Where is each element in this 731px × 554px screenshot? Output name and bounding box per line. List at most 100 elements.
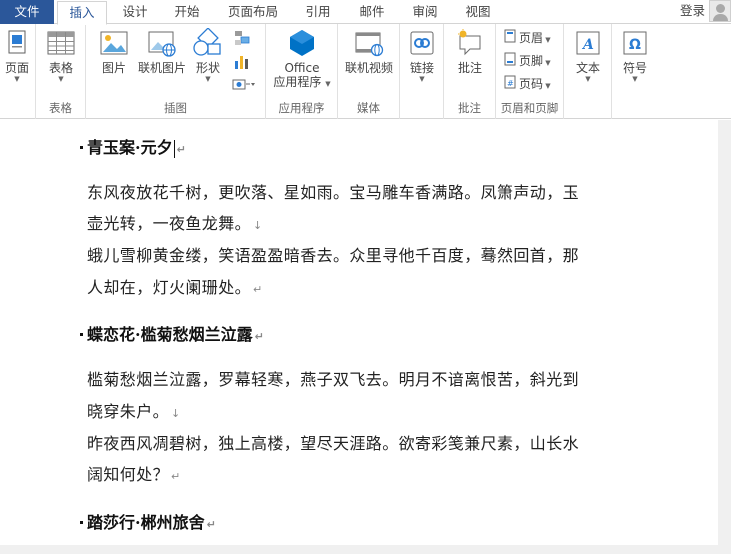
shapes-icon [192, 27, 224, 58]
heading-dielianhua-text: 蝶恋花·槛菊愁烟兰泣露 [87, 325, 253, 344]
tab-mailings[interactable]: 邮件 [350, 0, 394, 24]
paragraph-text: 昨夜西风凋碧树，独上高楼，望尽天涯路。欲寄彩笺兼尺素，山长水 [87, 434, 580, 453]
page-number-icon: # [504, 75, 516, 95]
table-button[interactable]: 表格 ▼ [44, 28, 78, 84]
table-button-label: 表格 [48, 61, 73, 75]
tab-view[interactable]: 视图 [456, 0, 500, 24]
group-header-footer-label: 页眉和页脚 [500, 101, 559, 115]
shapes-button-label: 形状 [195, 61, 220, 75]
tab-references[interactable]: 引用 [296, 0, 340, 24]
svg-text:Ω: Ω [629, 37, 641, 53]
tab-home[interactable]: 开始 [164, 0, 210, 24]
group-symbols: Ω 符号 ▼ [612, 24, 658, 119]
heading-tashaxing-text: 踏莎行·郴州旅舍 [87, 513, 205, 532]
text-button[interactable]: A 文本 ▼ [570, 28, 606, 84]
link-button[interactable]: 链接 ▼ [404, 28, 440, 84]
paragraph-text: 东风夜放花千树，更吹落、星如雨。宝马雕车香满路。凤箫声动，玉 [87, 183, 580, 202]
online-picture-button-label: 联机图片 [137, 61, 186, 75]
heading-qingyuan[interactable]: 青玉案·元夕 ↵ [80, 134, 186, 158]
link-icon [407, 28, 437, 58]
paragraph-line[interactable]: 蛾儿雪柳黄金缕，笑语盈盈暗香去。众里寻他千百度，蓦然回首，那 [87, 242, 579, 266]
footer-button[interactable]: 页脚 ▼ [504, 51, 551, 71]
office-apps-label-line2: 应用程序 ▼ [270, 75, 334, 89]
office-apps-label-line2-text: 应用程序 [273, 75, 322, 89]
text-button-label: 文本 [575, 61, 600, 75]
table-icon [47, 28, 75, 58]
smartart-button[interactable] [232, 28, 252, 48]
picture-icon [99, 28, 129, 58]
group-illustrations-label: 插图 [164, 101, 187, 115]
group-links: 链接 ▼ [400, 24, 444, 119]
page-number-button-label: 页码 [519, 77, 544, 91]
comment-button-label: 批注 [457, 61, 482, 75]
paragraph-line[interactable]: 晓穿朱户。 ↓ [87, 398, 181, 422]
group-apps: Office 应用程序 ▼ 应用程序 [266, 24, 338, 119]
page-button-label: 页面 [4, 61, 29, 75]
paragraph-line[interactable]: 槛菊愁烟兰泣露，罗幕轻寒，燕子双飞去。明月不谙离恨苦，斜光到 [87, 366, 579, 390]
group-text: A 文本 ▼ [564, 24, 612, 119]
smartart-icon [235, 31, 250, 45]
screenshot-icon [232, 79, 255, 90]
header-button-label: 页眉 [519, 31, 544, 45]
bullet-dot [80, 332, 83, 336]
ribbon-tab-bar: 文件 插入 设计 开始 页面布局 引用 邮件 审阅 视图 登录 [0, 0, 731, 25]
tab-page-layout[interactable]: 页面布局 [220, 0, 286, 24]
online-picture-icon [147, 28, 177, 58]
online-video-button-label: 联机视频 [344, 61, 393, 75]
tab-design[interactable]: 设计 [112, 0, 158, 24]
chart-icon [235, 56, 248, 69]
paragraph-mark-icon: ↵ [254, 330, 264, 343]
office-apps-button[interactable]: Office 应用程序 ▼ [270, 28, 334, 89]
text-cursor [173, 139, 175, 158]
symbol-button[interactable]: Ω 符号 ▼ [616, 28, 654, 84]
office-apps-caret-icon: ▼ [325, 80, 331, 88]
svg-text:A: A [581, 37, 594, 53]
heading-tashaxing[interactable]: 踏莎行·郴州旅舍 ↵ [80, 509, 216, 533]
bullet-dot [80, 145, 83, 149]
login-link[interactable]: 登录 [680, 0, 705, 24]
group-tables-label: 表格 [49, 101, 72, 115]
screenshot-button[interactable] [232, 76, 258, 94]
page-number-button[interactable]: # 页码 ▼ [504, 74, 551, 94]
omega-icon: Ω [620, 28, 650, 58]
group-comments: 批注 批注 [444, 24, 496, 119]
paragraph-text: 晓穿朱户。 [87, 402, 170, 421]
paragraph-line[interactable]: 人却在，灯火阑珊处。 ↵ [87, 274, 263, 298]
table-dropdown-caret-icon: ▼ [58, 75, 64, 83]
paragraph-line[interactable]: 壶光转，一夜鱼龙舞。 ↓ [87, 210, 263, 234]
shapes-button[interactable]: 形状 ▼ [190, 27, 226, 84]
footer-icon [504, 52, 516, 72]
tab-review[interactable]: 审阅 [403, 0, 447, 24]
symbol-dropdown-caret-icon: ▼ [632, 75, 638, 83]
paragraph-line[interactable]: 昨夜西风凋碧树，独上高楼，望尽天涯路。欲寄彩笺兼尺素，山长水 [87, 430, 579, 454]
paragraph-mark-icon: ↵ [171, 470, 181, 483]
online-video-button[interactable]: 联机视频 [342, 28, 396, 75]
office-store-icon [287, 28, 317, 58]
line-break-mark-icon: ↓ [253, 219, 263, 232]
online-picture-button[interactable]: 联机图片 [136, 28, 188, 75]
chart-button[interactable] [232, 51, 252, 71]
link-button-label: 链接 [409, 61, 434, 75]
tab-file[interactable]: 文件 [0, 0, 54, 24]
picture-button[interactable]: 图片 [96, 28, 132, 75]
group-pages: 页面 ▼ [0, 24, 36, 119]
comment-button[interactable]: 批注 [450, 28, 490, 75]
office-apps-label-line1: Office [284, 61, 320, 75]
paragraph-line[interactable]: 阔知何处？ ↵ [87, 461, 181, 485]
heading-dielianhua[interactable]: 蝶恋花·槛菊愁烟兰泣露 ↵ [80, 321, 264, 345]
ribbon-insert: 页面 ▼ 表格 ▼ 表格 图片 联机图片 形状 ▼ 插图 Office 应用程序… [0, 24, 731, 119]
tab-insert[interactable]: 插入 [57, 1, 107, 25]
page-button[interactable]: 页面 ▼ [2, 28, 32, 84]
footer-button-label: 页脚 [519, 54, 544, 68]
link-dropdown-caret-icon: ▼ [419, 75, 425, 83]
user-avatar[interactable] [709, 0, 731, 22]
group-tables: 表格 ▼ 表格 [36, 24, 86, 119]
comment-icon [455, 28, 485, 58]
paragraph-text: 人却在，灯火阑珊处。 [87, 278, 252, 297]
heading-qingyuan-text: 青玉案·元夕 [87, 138, 173, 157]
header-button[interactable]: 页眉 ▼ [504, 28, 551, 48]
text-dropdown-caret-icon: ▼ [585, 75, 591, 83]
paragraph-mark-icon: ↵ [253, 283, 263, 296]
paragraph-line[interactable]: 东风夜放花千树，更吹落、星如雨。宝马雕车香满路。凤箫声动，玉 [87, 179, 579, 203]
paragraph-text: 阔知何处？ [87, 465, 170, 484]
